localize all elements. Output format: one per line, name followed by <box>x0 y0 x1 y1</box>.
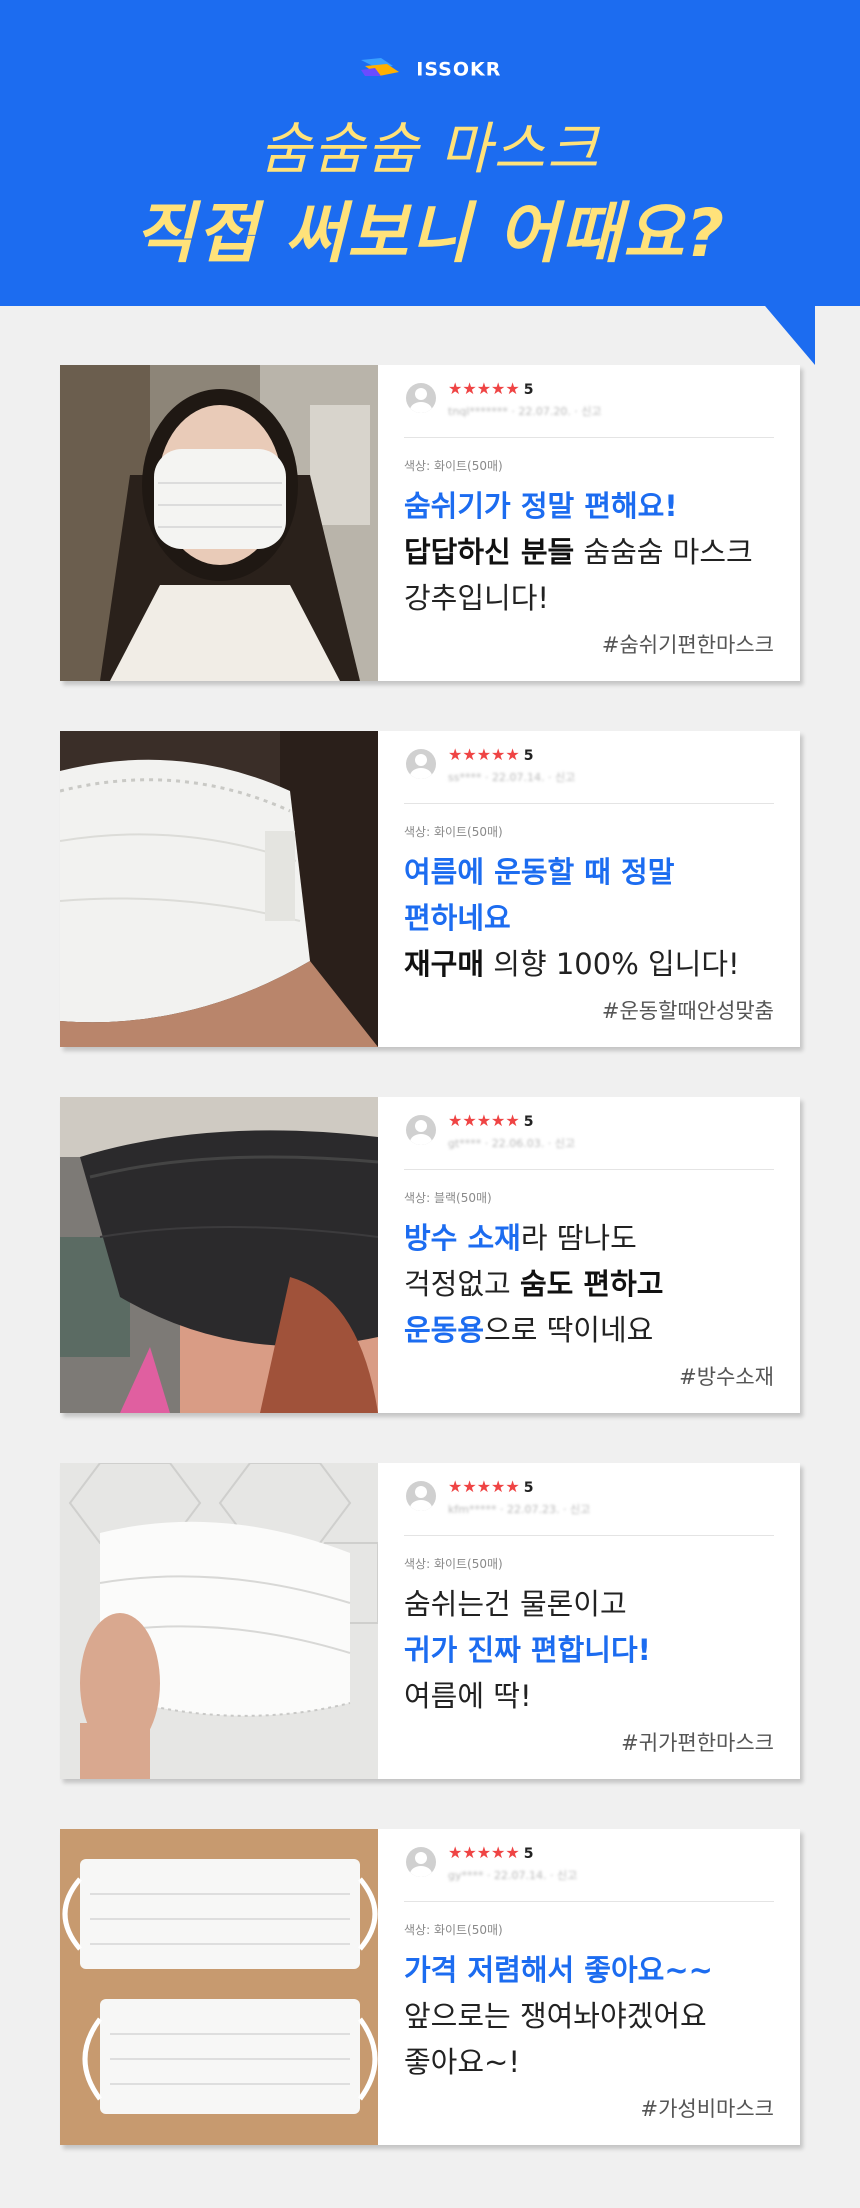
review-card: ★★★★★ 5 tnql******* · 22.07.20. · 신고 색상: … <box>60 365 800 681</box>
divider <box>404 1169 774 1170</box>
review-hashtag: #가성비마스크 <box>640 2097 774 2121</box>
product-option: 색상: 화이트(50매) <box>404 459 503 473</box>
review-text: 숨쉬는건 물론이고 귀가 진짜 편합니다! 여름에 딱! <box>404 1587 651 1713</box>
user-avatar-icon <box>406 1847 436 1877</box>
review-text: 여름에 운동할 때 정말 편하네요 재구매 의향 100% 입니다! <box>404 855 740 981</box>
review-card: ★★★★★ 5 kfm***** · 22.07.23. · 신고 색상: 화이트… <box>60 1463 800 1779</box>
brand-logo: ISSOKR <box>0 56 860 83</box>
review-text: 숨쉬기가 정말 편해요! 답답하신 분들 숨숨숨 마스크 강추입니다! <box>404 489 753 615</box>
brand-name: ISSOKR <box>416 58 502 81</box>
review-hashtag: #귀가편한마스크 <box>621 1731 774 1755</box>
page-title-line1: 숨숨숨 마스크 <box>259 117 601 182</box>
review-card: ★★★★★ 5 gy**** · 22.07.14. · 신고 색상: 화이트(5… <box>60 1829 800 2145</box>
product-option: 색상: 화이트(50매) <box>404 825 503 839</box>
rating-stars: ★★★★★ 5 <box>448 1843 534 1862</box>
rating-score: 5 <box>523 1114 534 1130</box>
review-hashtag: #운동할때안성맞춤 <box>601 999 774 1023</box>
review-text: 방수 소재라 땀나도 걱정없고 숨도 편하고 운동용으로 딱이네요 <box>404 1221 664 1347</box>
review-photo-mask-in-hand <box>60 1463 378 1779</box>
rating-stars: ★★★★★ 5 <box>448 1111 534 1130</box>
review-photo-white-mask-closeup <box>60 731 378 1047</box>
user-avatar-icon <box>406 749 436 779</box>
review-photo-black-mask <box>60 1097 378 1413</box>
review-meta: gt**** · 22.06.03. · 신고 <box>448 1137 576 1150</box>
user-avatar-icon <box>406 1115 436 1145</box>
divider <box>404 1901 774 1902</box>
review-card: ★★★★★ 5 gt**** · 22.06.03. · 신고 색상: 블랙(50… <box>60 1097 800 1413</box>
review-meta: ss**** · 22.07.14. · 신고 <box>448 771 576 784</box>
review-meta: gy**** · 22.07.14. · 신고 <box>448 1869 578 1882</box>
product-option: 색상: 화이트(50매) <box>404 1923 503 1937</box>
review-photo-woman-white-mask <box>60 365 378 681</box>
divider <box>404 437 774 438</box>
review-hashtag: #방수소재 <box>679 1365 774 1389</box>
review-meta: kfm***** · 22.07.23. · 신고 <box>448 1503 591 1516</box>
rating-score: 5 <box>523 1480 534 1496</box>
divider <box>404 1535 774 1536</box>
rating-score: 5 <box>523 382 534 398</box>
issokr-logo-icon <box>359 56 401 83</box>
user-avatar-icon <box>406 1481 436 1511</box>
review-meta: tnql******* · 22.07.20. · 신고 <box>448 405 602 418</box>
page-title-line2: 직접 써보니 어때요? <box>133 195 726 272</box>
divider <box>404 803 774 804</box>
product-option: 색상: 블랙(50매) <box>404 1191 492 1205</box>
rating-stars: ★★★★★ 5 <box>448 745 534 764</box>
rating-score: 5 <box>523 748 534 764</box>
rating-stars: ★★★★★ 5 <box>448 379 534 398</box>
review-hashtag: #숨쉬기편한마스크 <box>601 633 774 657</box>
review-card: ★★★★★ 5 ss**** · 22.07.14. · 신고 색상: 화이트(5… <box>60 731 800 1047</box>
rating-stars: ★★★★★ 5 <box>448 1477 534 1496</box>
product-option: 색상: 화이트(50매) <box>404 1557 503 1571</box>
rating-score: 5 <box>523 1846 534 1862</box>
review-photo-two-masks-on-table <box>60 1829 378 2145</box>
review-text: 가격 저렴해서 좋아요~~ 앞으로는 쟁여놔야겠어요 좋아요~! <box>404 1953 713 2079</box>
user-avatar-icon <box>406 383 436 413</box>
